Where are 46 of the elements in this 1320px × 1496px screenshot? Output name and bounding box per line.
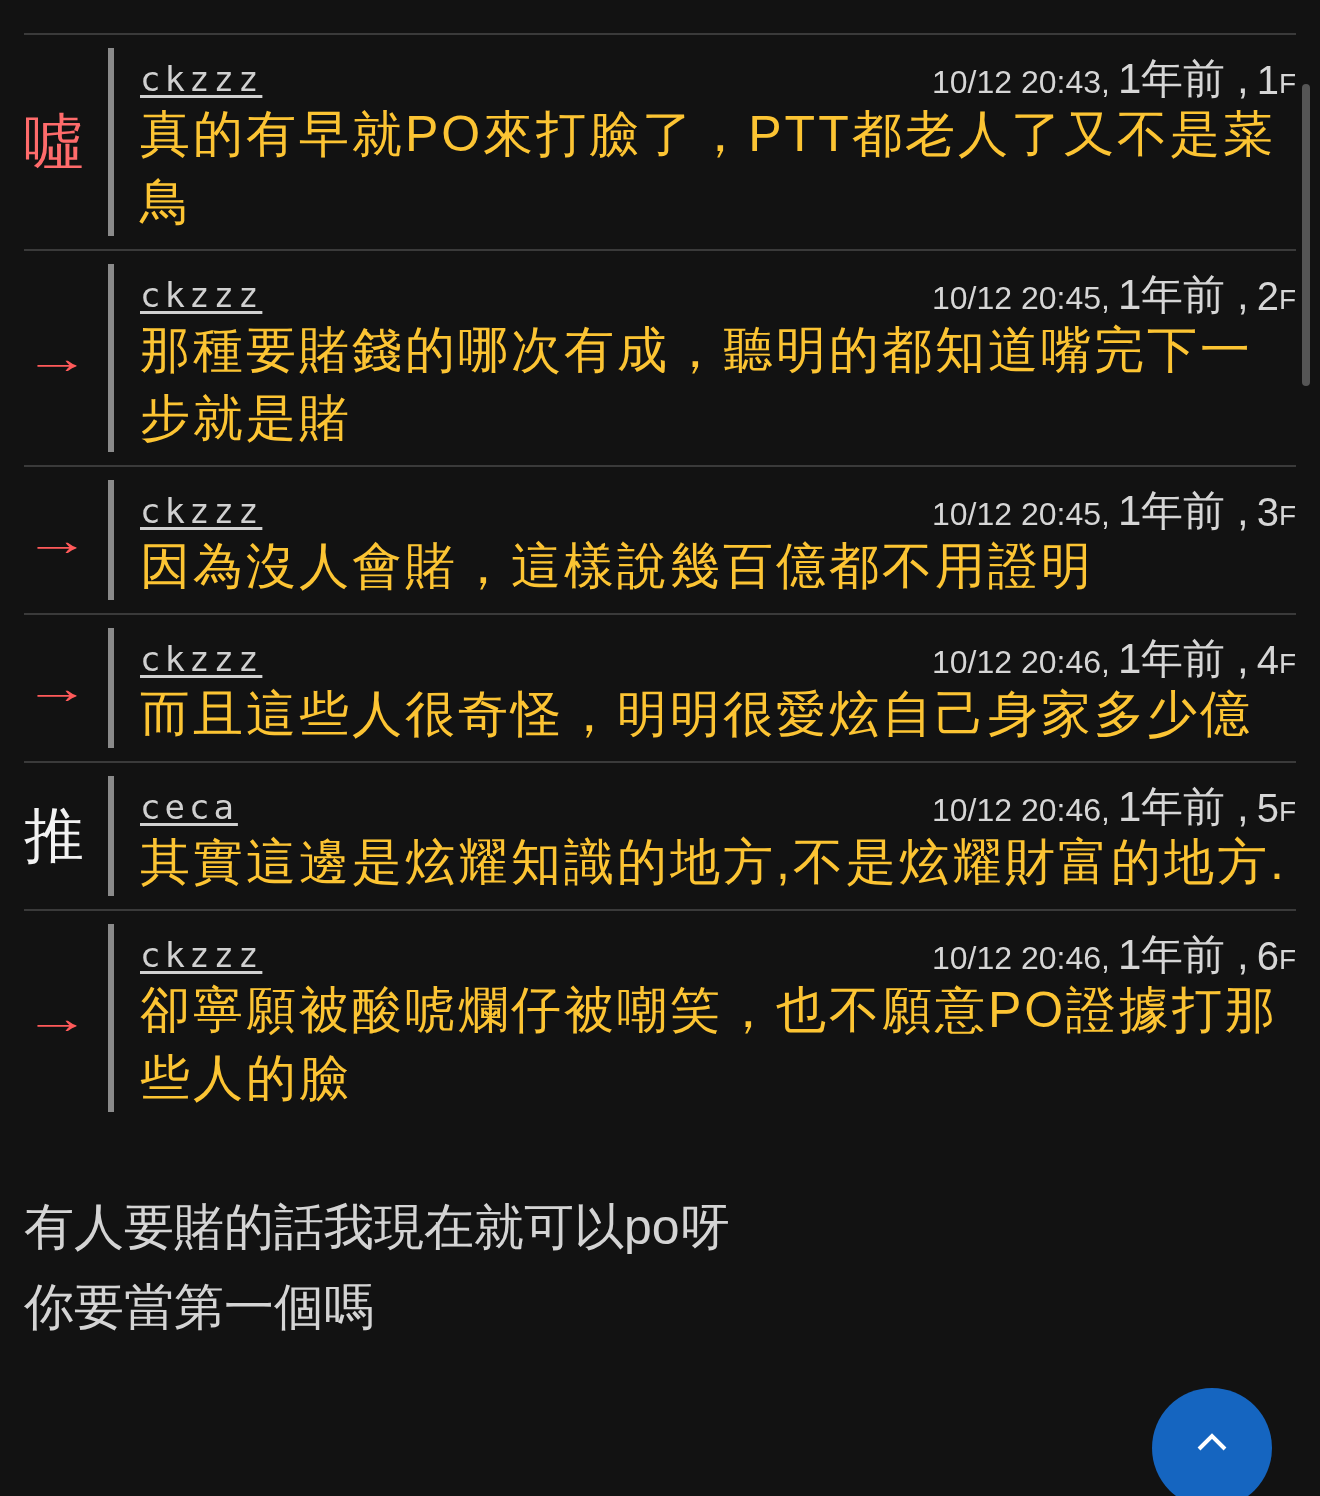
comment-text: 那種要賭錢的哪次有成，聽明的都知道嘴完下一步就是賭 <box>140 321 1254 448</box>
comment-age: 1年前 , <box>1117 58 1249 100</box>
comment-text: 其實這邊是炫耀知識的地方,不是炫耀財富的地方. <box>140 833 1288 892</box>
floor-unit: F <box>1278 286 1296 316</box>
chevron-up-icon <box>1196 1432 1228 1452</box>
username-link[interactable]: ckzzz <box>140 642 263 680</box>
floor-number: 5 <box>1256 788 1279 828</box>
comment-time: 10/12 20:46, <box>932 794 1110 828</box>
comment-time: 10/12 20:45, <box>932 498 1110 532</box>
floor-number: 2 <box>1256 276 1279 316</box>
comment-age: 1年前 , <box>1117 274 1249 316</box>
comment-text: 因為沒人會賭，這樣說幾百億都不用證明 <box>140 537 1095 596</box>
floor-number: 4 <box>1256 640 1279 680</box>
username-link[interactable]: ckzzz <box>140 494 263 532</box>
comment-time: 10/12 20:46, <box>932 942 1110 976</box>
floor-number: 1 <box>1256 60 1279 100</box>
arrow-tag: → <box>24 996 90 1040</box>
floor-number: 6 <box>1256 936 1279 976</box>
username-link[interactable]: ckzzz <box>140 278 263 316</box>
comment-text: 而且這些人很奇怪，明明很愛炫自己身家多少億 <box>140 685 1254 744</box>
comment-text: 真的有早就PO來打臉了，PTT都老人了又不是菜鳥 <box>140 105 1277 232</box>
floor-unit: F <box>1278 502 1296 532</box>
comment-time: 10/12 20:46, <box>932 646 1110 680</box>
floor-unit: F <box>1278 946 1296 976</box>
comment-age: 1年前 , <box>1117 638 1249 680</box>
comment-age: 1年前 , <box>1117 490 1249 532</box>
comment-time: 10/12 20:45, <box>932 282 1110 316</box>
comment-text: 卻寧願被酸唬爛仔被嘲笑，也不願意PO證據打那些人的臉 <box>140 981 1280 1108</box>
floor-unit: F <box>1278 650 1296 680</box>
arrow-tag: → <box>24 518 90 562</box>
arrow-tag: → <box>24 336 90 380</box>
scrollbar-icon <box>1302 84 1310 386</box>
post-text-line: 有人要賭的話我現在就可以po呀 <box>24 1198 731 1257</box>
comment-tag: 噓 <box>24 112 84 172</box>
floor-unit: F <box>1278 70 1296 100</box>
comment-tag: 推 <box>24 806 84 866</box>
comment-age: 1年前 , <box>1117 934 1249 976</box>
arrow-tag: → <box>24 666 90 710</box>
username-link[interactable]: ckzzz <box>140 62 263 100</box>
floor-number: 3 <box>1256 492 1279 532</box>
post-text-line: 你要當第一個嗎 <box>24 1278 375 1337</box>
comment-time: 10/12 20:43, <box>932 66 1110 100</box>
floor-unit: F <box>1278 798 1296 828</box>
username-link[interactable]: ceca <box>140 790 238 828</box>
comment-age: 1年前 , <box>1117 786 1249 828</box>
username-link[interactable]: ckzzz <box>140 938 263 976</box>
